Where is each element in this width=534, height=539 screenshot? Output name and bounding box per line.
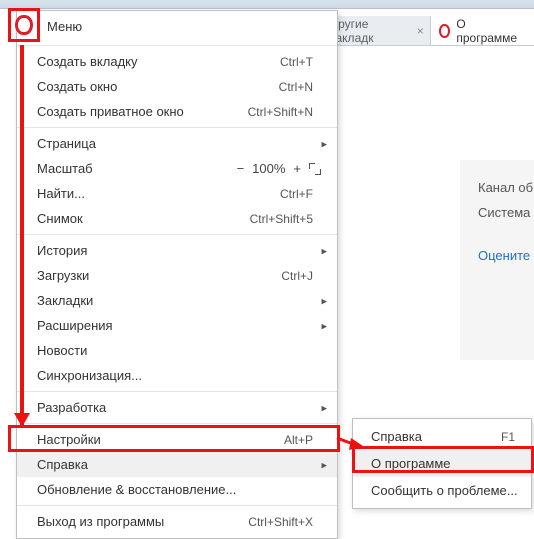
menu-item-page[interactable]: Страница ▸ [17, 131, 337, 156]
info-line: Система [478, 205, 534, 220]
menu-item-label: Справка [371, 429, 501, 444]
menu-item-label: Справка [37, 457, 327, 472]
menu-item-shortcut: Ctrl+Shift+N [248, 105, 327, 119]
menu-item-label: Закладки [37, 293, 327, 308]
separator [17, 391, 337, 392]
menu-item-shortcut: Alt+P [284, 433, 327, 447]
annotation-box-opera-button [8, 8, 40, 42]
rate-link[interactable]: Оцените [478, 248, 534, 263]
chevron-right-icon: ▸ [321, 458, 327, 471]
menu-item-developer[interactable]: Разработка ▸ [17, 395, 337, 420]
tab-strip: Другие закладк × О программе [318, 16, 534, 46]
menu-item-news[interactable]: Новости [17, 338, 337, 363]
menu-title: Меню [17, 11, 337, 42]
tab-label: Другие закладк [330, 17, 411, 45]
opera-icon [439, 24, 451, 38]
main-menu: Меню Создать вкладку Ctrl+T Создать окно… [16, 10, 338, 539]
separator [17, 234, 337, 235]
separator [17, 505, 337, 506]
menu-item-shortcut: Ctrl+T [280, 55, 327, 69]
chevron-right-icon: ▸ [321, 244, 327, 257]
menu-item-label: Обновление & восстановление... [37, 482, 327, 497]
menu-item-zoom: Масштаб − 100% + [17, 156, 337, 181]
menu-item-exit[interactable]: Выход из программы Ctrl+Shift+X [17, 509, 337, 534]
tab-about[interactable]: О программе [430, 16, 534, 45]
menu-item-sync[interactable]: Синхронизация... [17, 363, 337, 388]
chevron-right-icon: ▸ [321, 401, 327, 414]
menu-item-label: Создать приватное окно [37, 104, 248, 119]
menu-item-label: Создать вкладку [37, 54, 280, 69]
menu-item-label: Страница [37, 136, 327, 151]
menu-item-find[interactable]: Найти... Ctrl+F [17, 181, 337, 206]
separator [17, 45, 337, 46]
menu-item-label: Сообщить о проблеме... [371, 483, 519, 498]
annotation-arrow-down [20, 45, 24, 425]
menu-item-extensions[interactable]: Расширения ▸ [17, 313, 337, 338]
menu-item-shortcut: Ctrl+F [280, 187, 327, 201]
window-chrome-top [0, 0, 534, 9]
menu-item-new-tab[interactable]: Создать вкладку Ctrl+T [17, 49, 337, 74]
menu-item-new-private-window[interactable]: Создать приватное окно Ctrl+Shift+N [17, 99, 337, 124]
menu-item-label: Масштаб [37, 161, 237, 176]
menu-item-label: О программе [371, 456, 519, 471]
submenu-item-report-problem[interactable]: Сообщить о проблеме... [353, 477, 531, 504]
zoom-in-button[interactable]: + [293, 161, 301, 176]
about-side-panel: Канал об Система Оцените [460, 160, 534, 360]
submenu-item-about[interactable]: О программе [353, 450, 531, 477]
menu-item-downloads[interactable]: Загрузки Ctrl+J [17, 263, 337, 288]
menu-item-shortcut: Ctrl+Shift+5 [250, 212, 327, 226]
menu-item-label: Разработка [37, 400, 327, 415]
menu-item-label: Создать окно [37, 79, 279, 94]
menu-item-bookmarks[interactable]: Закладки ▸ [17, 288, 337, 313]
menu-item-label: Расширения [37, 318, 327, 333]
menu-item-help[interactable]: Справка ▸ [17, 452, 337, 477]
menu-item-label: Настройки [37, 432, 284, 447]
menu-item-label: Найти... [37, 186, 280, 201]
menu-item-label: История [37, 243, 327, 258]
chevron-right-icon: ▸ [321, 319, 327, 332]
info-line: Канал об [478, 180, 534, 195]
help-submenu: Справка F1 О программе Сообщить о пробле… [352, 418, 532, 509]
menu-item-shortcut: F1 [501, 430, 519, 444]
menu-item-label: Снимок [37, 211, 250, 226]
chevron-right-icon: ▸ [321, 294, 327, 307]
chevron-right-icon: ▸ [321, 137, 327, 150]
opera-icon[interactable] [15, 15, 33, 35]
submenu-item-help[interactable]: Справка F1 [353, 423, 531, 450]
menu-item-label: Синхронизация... [37, 368, 327, 383]
menu-item-label: Новости [37, 343, 327, 358]
separator [17, 423, 337, 424]
tab-other-bookmarks[interactable]: Другие закладк × [324, 17, 430, 45]
menu-item-shortcut: Ctrl+J [281, 269, 327, 283]
menu-item-label: Загрузки [37, 268, 281, 283]
menu-item-shortcut: Ctrl+N [279, 80, 327, 94]
close-icon[interactable]: × [417, 24, 424, 38]
separator [17, 127, 337, 128]
menu-item-label: Выход из программы [37, 514, 248, 529]
menu-item-new-window[interactable]: Создать окно Ctrl+N [17, 74, 337, 99]
fullscreen-icon[interactable] [309, 163, 321, 175]
tab-label: О программе [456, 17, 526, 45]
menu-item-shortcut: Ctrl+Shift+X [248, 515, 327, 529]
menu-item-snapshot[interactable]: Снимок Ctrl+Shift+5 [17, 206, 337, 231]
menu-item-update-recovery[interactable]: Обновление & восстановление... [17, 477, 337, 502]
zoom-value: 100% [252, 161, 285, 176]
annotation-arrow-right [339, 436, 359, 440]
menu-item-settings[interactable]: Настройки Alt+P [17, 427, 337, 452]
zoom-out-button[interactable]: − [237, 161, 245, 176]
menu-item-history[interactable]: История ▸ [17, 238, 337, 263]
